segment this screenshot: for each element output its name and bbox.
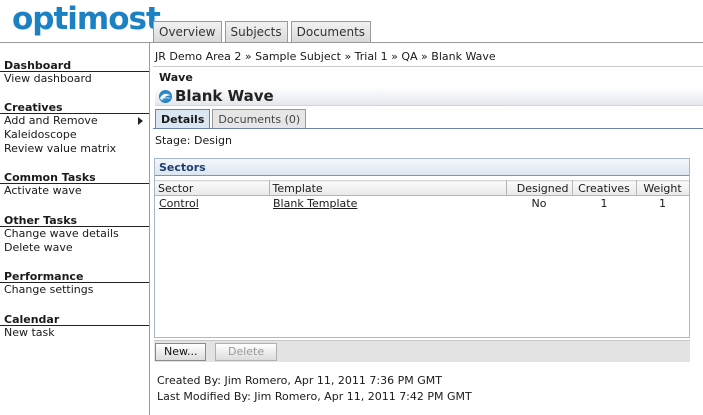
sidebar: Dashboard View dashboard Creatives Add a…: [0, 43, 150, 415]
table-row: Control Blank Template No 1 1: [155, 196, 689, 212]
new-sector-button[interactable]: New...: [155, 343, 207, 361]
detail-tabs: Details Documents (0): [155, 109, 308, 129]
creatives-cell: 1: [600, 197, 608, 211]
tab-wave-documents[interactable]: Documents (0): [212, 109, 307, 129]
weight-cell: 1: [659, 197, 666, 211]
sidebar-group-other-tasks: Other Tasks Change wave details Delete w…: [0, 214, 149, 255]
sectors-title: Sectors: [155, 159, 689, 176]
sidebar-group-common-tasks: Common Tasks Activate wave: [0, 171, 149, 198]
delete-sector-button[interactable]: Delete: [215, 343, 278, 361]
template-cell: Blank Template: [269, 196, 506, 212]
column-header-template[interactable]: Template: [269, 180, 507, 196]
breadcrumb-divider: [153, 66, 703, 67]
table-header-row: Sector Template Designed Creatives Weigh…: [155, 180, 690, 196]
column-header-designed[interactable]: Designed: [506, 180, 573, 196]
sidebar-item-review-value-matrix[interactable]: Review value matrix: [0, 142, 149, 156]
app-logo[interactable]: optimost: [12, 2, 161, 36]
column-header-creatives[interactable]: Creatives: [572, 180, 637, 196]
last-modified-text: Last Modified By: Jim Romero, Apr 11, 20…: [157, 390, 472, 403]
wave-icon: [158, 89, 173, 104]
sidebar-group-title: Calendar: [0, 313, 149, 326]
sidebar-group-calendar: Calendar New task: [0, 313, 149, 340]
sidebar-group-title: Creatives: [0, 101, 149, 114]
column-header-weight[interactable]: Weight: [636, 180, 690, 196]
tab-overview[interactable]: Overview: [153, 21, 222, 42]
tab-details[interactable]: Details: [155, 109, 211, 129]
sector-link[interactable]: Control: [159, 197, 199, 210]
sidebar-group-performance: Performance Change settings: [0, 270, 149, 297]
sidebar-item-view-dashboard[interactable]: View dashboard: [0, 72, 149, 86]
designed-cell: No: [531, 197, 547, 211]
tabs-divider: [153, 128, 703, 129]
sidebar-item-change-wave-details[interactable]: Change wave details: [0, 227, 149, 241]
sidebar-item-label: Add and Remove: [4, 114, 98, 127]
tab-subjects[interactable]: Subjects: [224, 21, 288, 42]
sidebar-group-title: Common Tasks: [0, 171, 149, 184]
created-by-text: Created By: Jim Romero, Apr 11, 2011 7:3…: [157, 374, 442, 387]
sidebar-item-change-settings[interactable]: Change settings: [0, 283, 149, 297]
breadcrumb[interactable]: JR Demo Area 2 » Sample Subject » Trial …: [155, 50, 496, 63]
sidebar-item-add-and-remove[interactable]: Add and Remove: [0, 114, 149, 128]
button-bar: New... Delete: [154, 340, 690, 362]
sidebar-item-kaleidoscope[interactable]: Kaleidoscope: [0, 128, 149, 142]
page-title: Blank Wave: [175, 87, 274, 105]
sidebar-group-title: Dashboard: [0, 59, 149, 72]
sidebar-group-creatives: Creatives Add and Remove Kaleidoscope Re…: [0, 101, 149, 156]
top-tabs: Overview Subjects Documents: [153, 21, 374, 42]
sidebar-item-new-task[interactable]: New task: [0, 326, 149, 340]
sidebar-item-delete-wave[interactable]: Delete wave: [0, 241, 149, 255]
sidebar-group-title: Performance: [0, 270, 149, 283]
entity-type-label: Wave: [159, 71, 193, 84]
sidebar-group-dashboard: Dashboard View dashboard: [0, 59, 149, 86]
column-header-sector[interactable]: Sector: [155, 180, 270, 196]
template-link[interactable]: Blank Template: [273, 197, 357, 210]
sectors-table: Sector Template Designed Creatives Weigh…: [155, 180, 690, 212]
sidebar-item-activate-wave[interactable]: Activate wave: [0, 184, 149, 198]
tab-documents[interactable]: Documents: [290, 21, 372, 42]
sidebar-group-title: Other Tasks: [0, 214, 149, 227]
sectors-panel: Sectors Sector Template Designed Creativ…: [154, 158, 690, 338]
stage-text: Stage: Design: [155, 134, 232, 147]
submenu-arrow-icon: [138, 117, 143, 125]
sector-cell: Control: [155, 196, 269, 212]
